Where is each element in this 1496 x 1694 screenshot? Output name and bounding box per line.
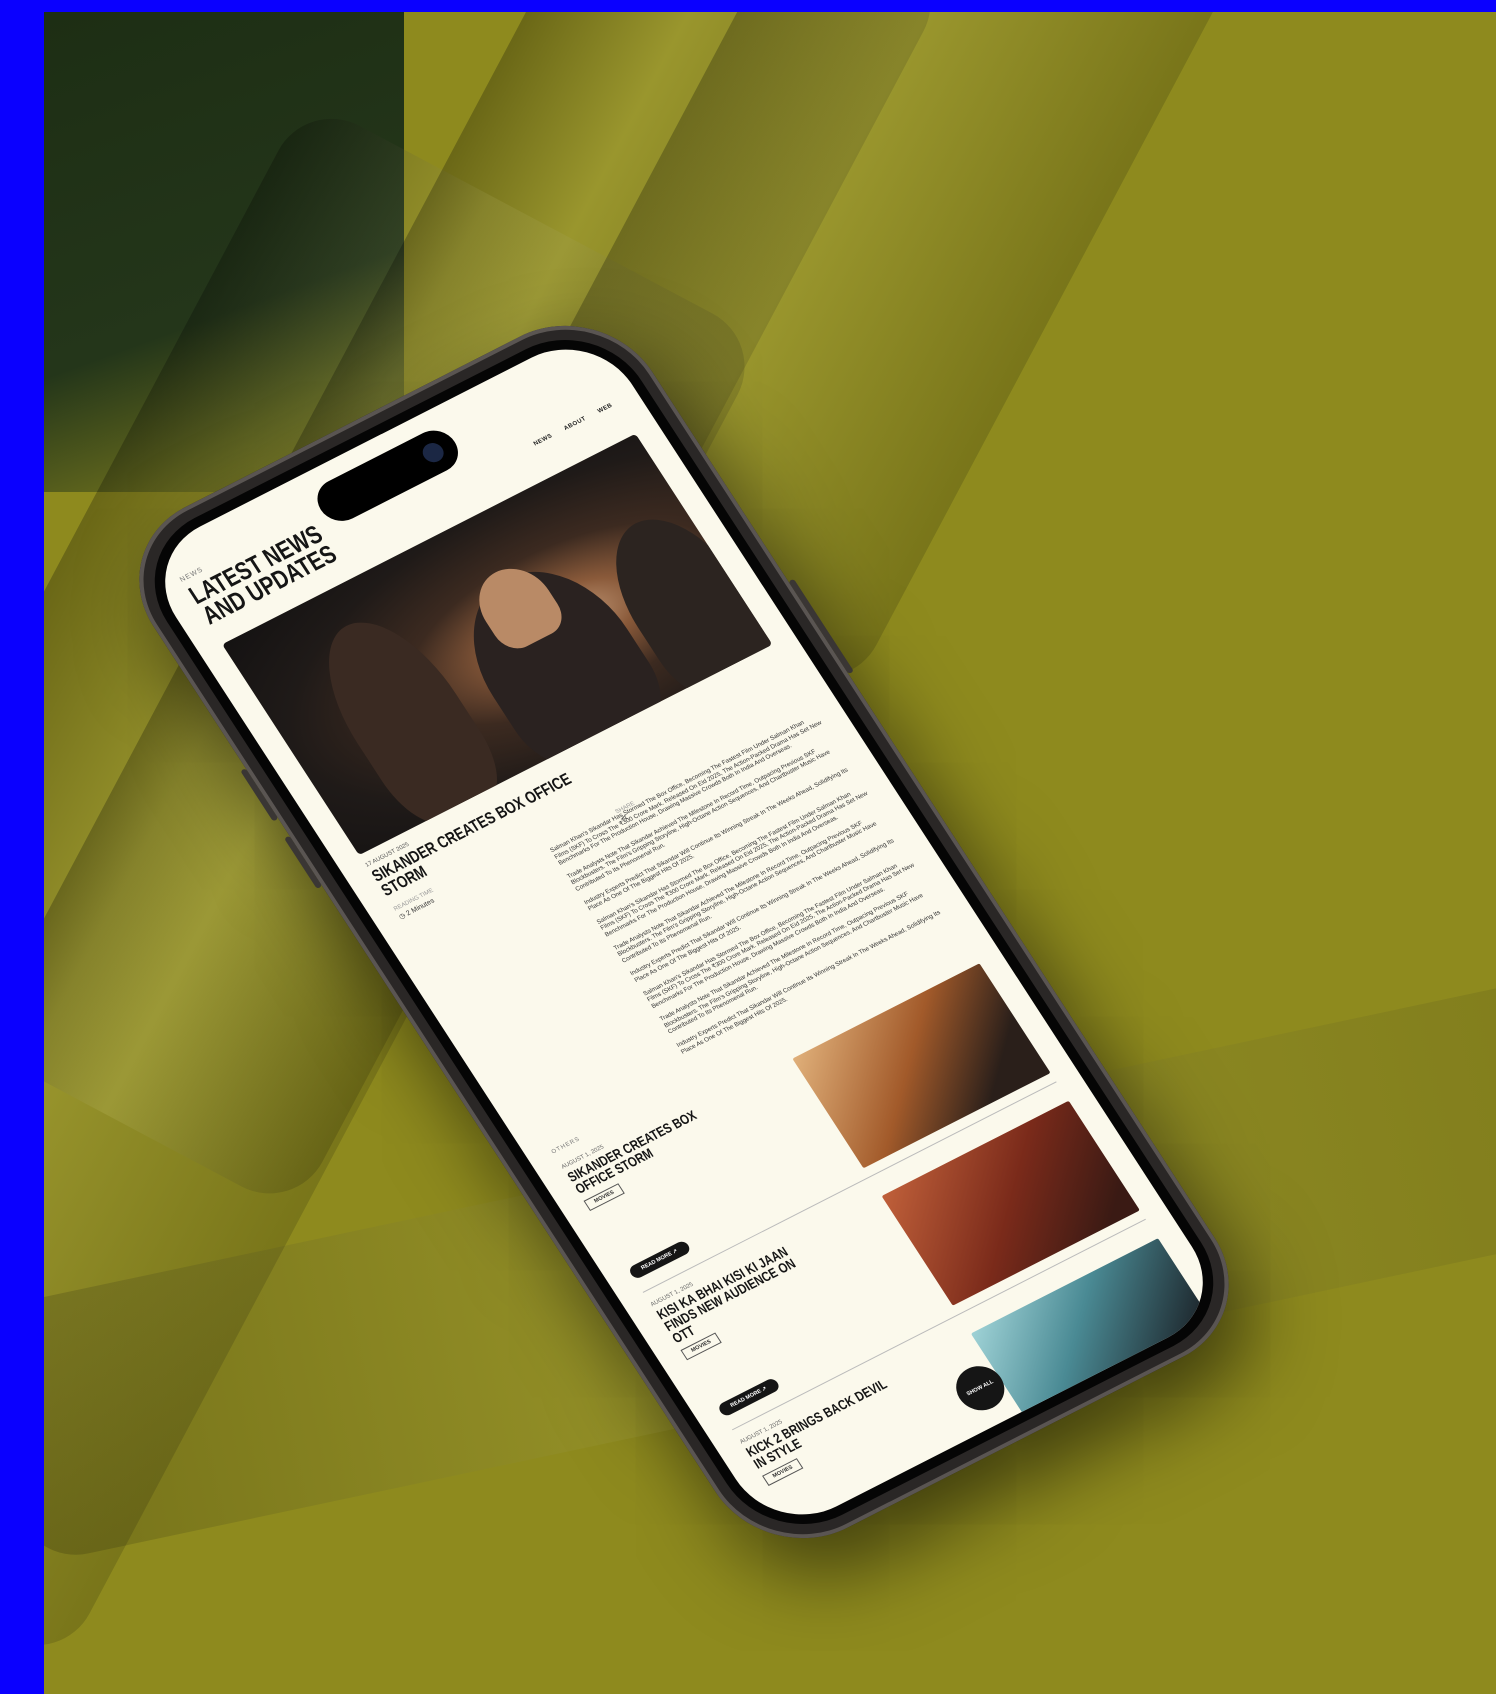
front-camera: [418, 439, 448, 466]
news-title[interactable]: SIKANDER CREATES BOX OFFICE STORM: [564, 1100, 723, 1197]
fabric-backdrop: NEWS ABOUT WEB NEWS LATEST NEWS AND UPDA…: [44, 12, 1496, 1694]
read-more-button[interactable]: READ MORE ↗: [805, 1514, 871, 1539]
read-more-button[interactable]: READ MORE ↗: [716, 1376, 782, 1418]
others-section: OTHERS AUGUST 1, 2025 SIKANDER CREATES B…: [551, 940, 1231, 1539]
frame-border-left: [0, 0, 44, 1694]
read-more-button[interactable]: READ MORE ↗: [627, 1239, 692, 1281]
frame-border-top: [0, 0, 1496, 12]
